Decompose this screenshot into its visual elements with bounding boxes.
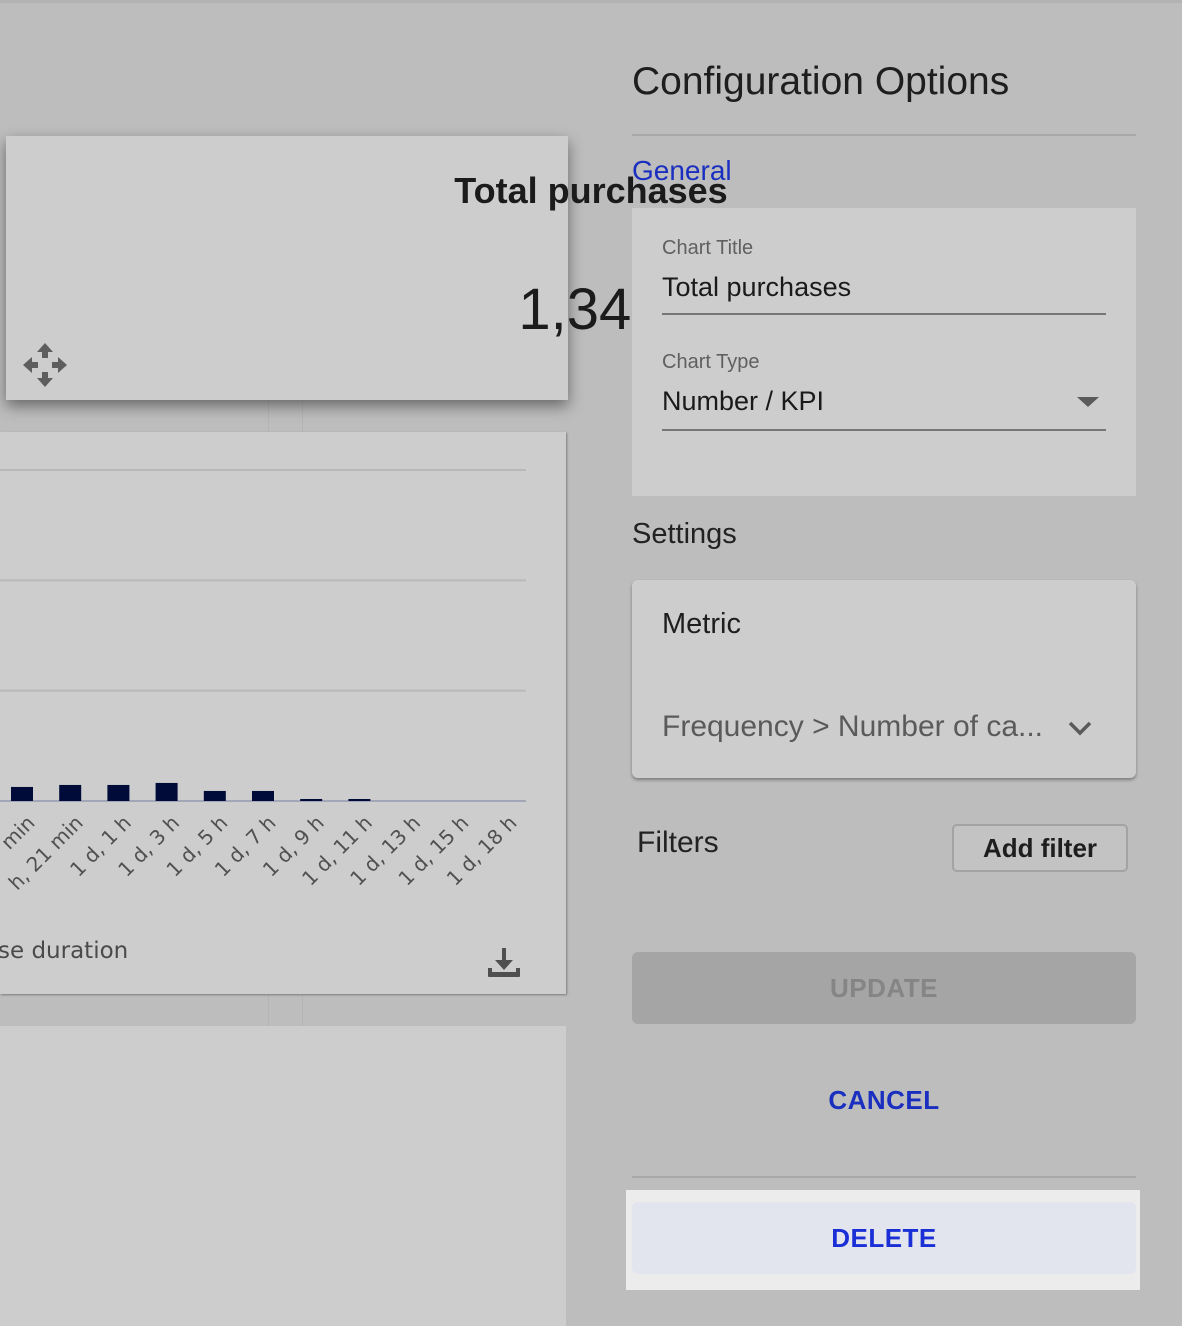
grid-gutter [302,994,303,1026]
config-panel-title: Configuration Options [632,60,1010,103]
grid-gutter [302,400,303,432]
settings-section-label: Settings [632,518,737,550]
chevron-down-icon[interactable] [1067,719,1093,737]
chart-type-select[interactable]: Number / KPI [662,386,824,417]
filters-label: Filters [637,826,719,859]
bar[interactable] [203,790,226,801]
bar[interactable] [155,782,178,801]
grid-gutter [268,400,269,432]
divider [632,1176,1136,1178]
add-filter-button[interactable]: Add filter [952,824,1128,872]
chart-title-input[interactable]: Total purchases [662,272,851,303]
chart-title-label: Chart Title [662,237,754,259]
bar-chart: minh, 21 min1 d, 1 h1 d, 3 h1 d, 5 h1 d,… [0,469,526,895]
bar[interactable] [107,784,130,801]
download-icon[interactable] [486,946,522,982]
metric-select[interactable]: Frequency > Number of ca... [662,710,1043,744]
bar[interactable] [300,798,323,801]
top-edge [0,0,1182,3]
metric-label: Metric [662,608,741,640]
dropdown-arrow-icon[interactable] [1077,397,1099,407]
chart-type-label: Chart Type [662,351,760,373]
chart-x-axis-title: se duration [0,938,129,964]
dashboard-card [0,1026,566,1326]
divider [632,134,1136,136]
bar[interactable] [252,790,274,801]
bar[interactable] [348,798,371,801]
chart-title-underline [662,313,1106,315]
chart-type-underline [662,429,1106,431]
grid-gutter [268,994,269,1026]
bar[interactable] [59,784,82,801]
move-arrows-icon[interactable] [22,342,68,388]
kpi-title: Total purchases [454,170,728,211]
bar[interactable] [11,786,33,801]
cancel-button[interactable]: CANCEL [632,1064,1136,1136]
update-button[interactable]: UPDATE [632,952,1136,1024]
general-section-label: General [632,155,732,186]
delete-button[interactable]: DELETE [632,1202,1136,1274]
